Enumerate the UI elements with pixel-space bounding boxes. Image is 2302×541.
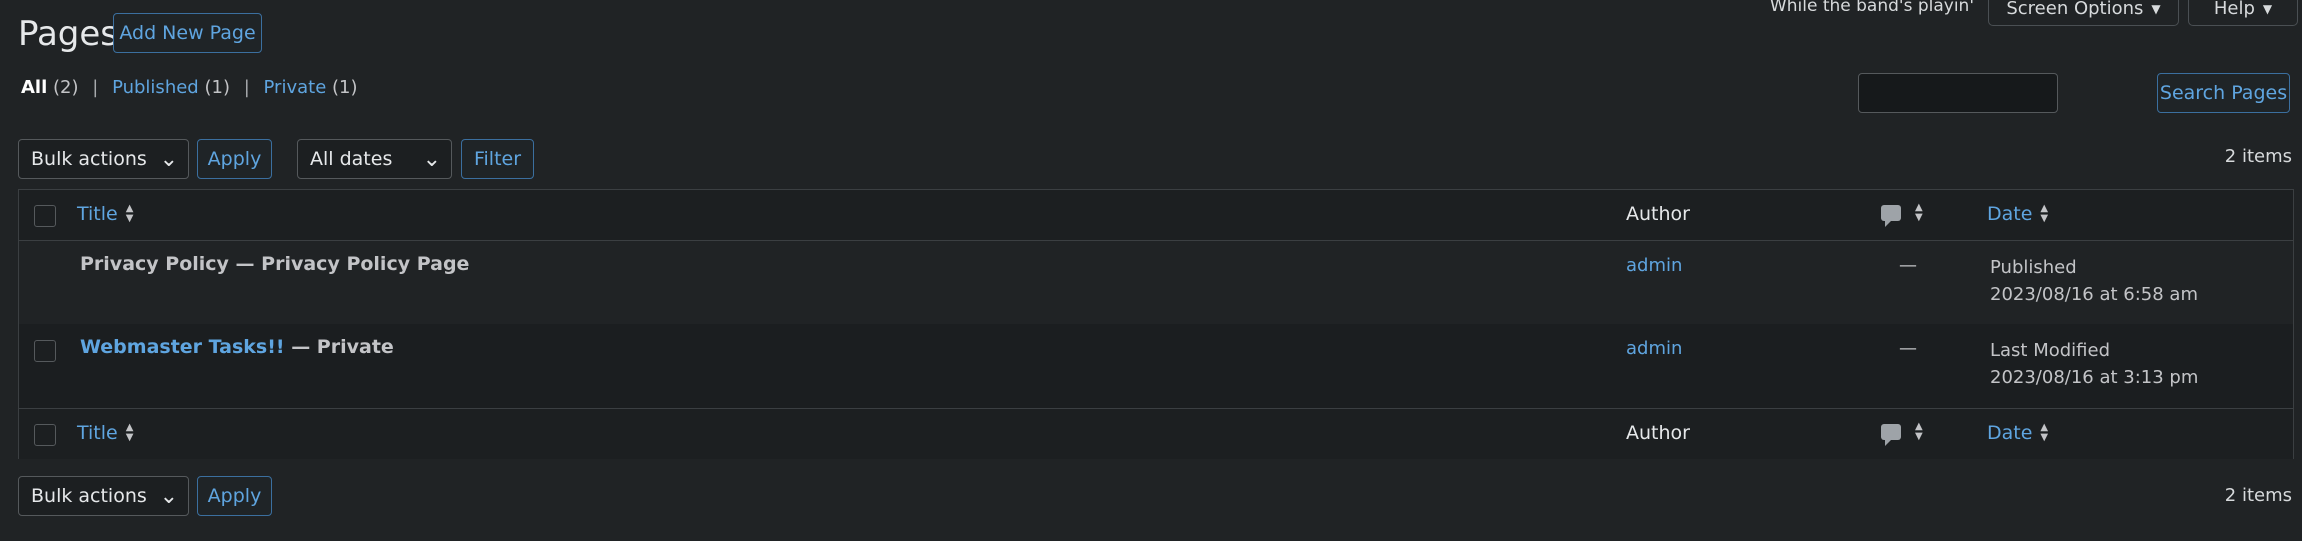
table-header: Title ▲ ▼ Author ▲ ▼ Date ▲ ▼	[19, 190, 2293, 241]
date-cell: Last Modified 2023/08/16 at 3:13 pm	[1990, 337, 2198, 391]
view-all-count: (2)	[53, 77, 79, 98]
screen-options-label: Screen Options	[2006, 0, 2144, 19]
bulk-actions-value: Bulk actions	[31, 485, 147, 507]
page-title-link[interactable]: Webmaster Tasks!!	[80, 336, 285, 358]
sort-arrows-icon: ▲ ▼	[2040, 422, 2049, 443]
apply-button-top[interactable]: Apply	[197, 139, 272, 179]
pages-table: Title ▲ ▼ Author ▲ ▼ Date ▲ ▼ Privacy Polic…	[18, 189, 2294, 459]
chevron-down-icon: ⌄	[159, 484, 178, 509]
date-status: Last Modified	[1990, 340, 2111, 361]
date-status: Published	[1990, 257, 2077, 278]
page-title-cell: Privacy Policy — Privacy Policy Page	[80, 253, 469, 275]
caret-down-icon: ▼	[2262, 1, 2273, 16]
bulk-actions-value: Bulk actions	[31, 148, 147, 170]
date-value: 2023/08/16 at 3:13 pm	[1990, 367, 2199, 388]
comments-cell: —	[1899, 255, 1917, 276]
page-title-text[interactable]: Privacy Policy	[80, 253, 229, 275]
add-new-page-button[interactable]: Add New Page	[113, 13, 262, 53]
help-label: Help	[2213, 0, 2255, 19]
bulk-actions-select-bottom[interactable]: Bulk actions ⌄	[18, 476, 189, 516]
row-checkbox[interactable]	[34, 340, 56, 362]
title-column-label: Title	[77, 422, 118, 444]
comments-column-footer[interactable]: ▲ ▼	[1881, 421, 1923, 446]
help-button[interactable]: Help ▼	[2188, 0, 2298, 26]
search-input[interactable]	[1858, 73, 2058, 113]
sort-arrows-icon: ▲ ▼	[2040, 203, 2049, 224]
separator: |	[243, 77, 250, 98]
author-link[interactable]: admin	[1626, 255, 1682, 276]
sort-arrows-icon: ▲ ▼	[1915, 202, 1923, 223]
chevron-down-icon: ⌄	[422, 147, 441, 172]
sort-arrows-icon: ▲ ▼	[125, 422, 134, 443]
author-column-footer: Author	[1626, 422, 1690, 444]
page-title-cell: Webmaster Tasks!! — Private	[80, 336, 394, 358]
title-column-label: Title	[77, 203, 118, 225]
date-filter-value: All dates	[310, 148, 393, 170]
post-state: — Privacy Policy Page	[228, 253, 470, 275]
view-all-link[interactable]: All	[21, 77, 47, 98]
sort-arrows-icon: ▲ ▼	[1915, 421, 1923, 442]
select-all-checkbox[interactable]	[34, 205, 56, 227]
comment-bubble-icon	[1881, 205, 1901, 227]
comments-column-header[interactable]: ▲ ▼	[1881, 202, 1923, 227]
page-title: Pages	[18, 14, 119, 54]
post-state: — Private	[284, 336, 394, 358]
date-column-label: Date	[1987, 422, 2033, 444]
date-column-header[interactable]: Date ▲ ▼	[1987, 203, 2048, 225]
apply-button-bottom[interactable]: Apply	[197, 476, 272, 516]
date-column-footer[interactable]: Date ▲ ▼	[1987, 422, 2048, 444]
table-footer: Title ▲ ▼ Author ▲ ▼ Date ▲ ▼	[19, 408, 2293, 459]
items-count-top: 2 items	[2224, 146, 2292, 167]
view-published-count: (1)	[204, 77, 230, 98]
caret-down-icon: ▼	[2151, 1, 2161, 16]
chevron-down-icon: ⌄	[159, 147, 178, 172]
title-column-footer[interactable]: Title ▲ ▼	[77, 422, 133, 444]
screen-options-button[interactable]: Screen Options ▼	[1988, 0, 2179, 26]
table-row: Privacy Policy — Privacy Policy Page adm…	[19, 241, 2293, 324]
author-link[interactable]: admin	[1626, 338, 1682, 359]
comment-bubble-icon	[1881, 424, 1901, 446]
items-count-bottom: 2 items	[2224, 485, 2292, 506]
date-filter-select[interactable]: All dates ⌄	[297, 139, 452, 179]
bulk-actions-select-top[interactable]: Bulk actions ⌄	[18, 139, 189, 179]
hello-dolly-lyric: While the band's playin'	[1769, 0, 1974, 16]
date-cell: Published 2023/08/16 at 6:58 am	[1990, 254, 2198, 308]
date-value: 2023/08/16 at 6:58 am	[1990, 284, 2198, 305]
view-private-link[interactable]: Private	[264, 77, 327, 98]
status-filter-links: All (2) | Published (1) | Private (1)	[21, 77, 358, 98]
author-column-header: Author	[1626, 203, 1690, 225]
search-pages-button[interactable]: Search Pages	[2157, 73, 2290, 113]
sort-arrows-icon: ▲ ▼	[125, 203, 134, 224]
view-published-link[interactable]: Published	[112, 77, 199, 98]
filter-button[interactable]: Filter	[461, 139, 534, 179]
view-private-count: (1)	[332, 77, 358, 98]
select-all-checkbox[interactable]	[34, 424, 56, 446]
separator: |	[92, 77, 99, 98]
table-row: Webmaster Tasks!! — Private admin — Last…	[19, 324, 2293, 408]
comments-cell: —	[1899, 338, 1917, 359]
title-column-header[interactable]: Title ▲ ▼	[77, 203, 133, 225]
date-column-label: Date	[1987, 203, 2033, 225]
